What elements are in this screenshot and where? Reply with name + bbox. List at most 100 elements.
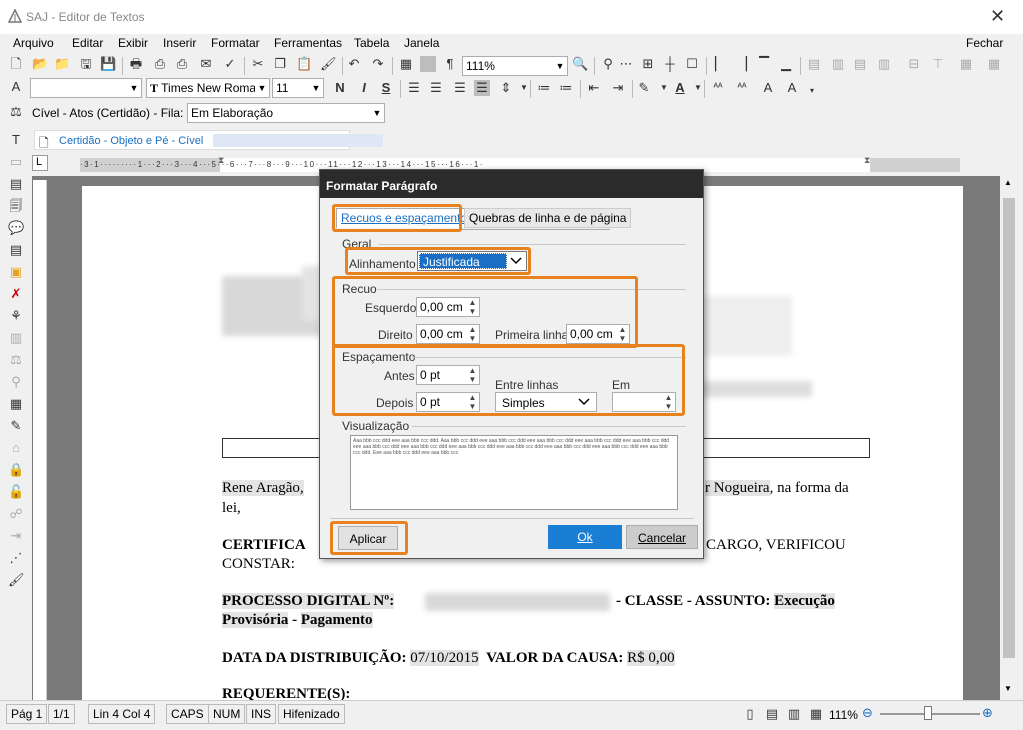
cut-icon[interactable]: ✂ xyxy=(250,56,266,72)
style-select[interactable]: ▼ xyxy=(30,78,142,98)
close-window-button[interactable]: ✕ xyxy=(990,6,1005,27)
tag-icon[interactable]: ⌂ xyxy=(8,440,24,456)
open-folder-icon[interactable]: 📁 xyxy=(54,56,70,72)
queue-select[interactable]: Em Elaboração ▼ xyxy=(187,103,385,123)
insert-rows-icon[interactable]: ▤ xyxy=(806,56,822,72)
merge-icon[interactable]: ⊟ xyxy=(906,56,922,72)
align-center-icon[interactable]: ☰ xyxy=(428,80,444,96)
menu-editar[interactable]: Editar xyxy=(72,36,103,50)
ok-button[interactable]: Ok xyxy=(548,525,622,549)
right-indent-marker-icon[interactable]: ⧗ xyxy=(864,155,870,166)
tool-icon-1[interactable]: ▭ xyxy=(8,154,24,170)
align-justify-icon[interactable]: ☰ xyxy=(474,80,490,96)
cancelar-button[interactable]: Cancelar xyxy=(626,525,698,549)
redo-icon[interactable]: ↷ xyxy=(370,56,386,72)
frame-icon[interactable] xyxy=(420,56,436,72)
comment-icon[interactable]: 💬 xyxy=(8,220,24,236)
menu-fechar[interactable]: Fechar xyxy=(966,36,1003,50)
more-icon[interactable]: ▾ xyxy=(804,83,820,99)
insert-cols-icon[interactable]: ▥ xyxy=(830,56,846,72)
menu-ferramentas[interactable]: Ferramentas xyxy=(274,36,342,50)
zoom-icon[interactable]: 🔍 xyxy=(572,56,588,72)
increase-indent-icon[interactable]: ⇥ xyxy=(610,80,626,96)
view-page-icon[interactable]: ▯ xyxy=(742,706,758,722)
tab-quebras-linha[interactable]: Quebras de linha e de página xyxy=(464,208,632,228)
scroll-up-icon[interactable]: ▲ xyxy=(1004,178,1012,187)
tool-icon-3[interactable]: 🗐 xyxy=(8,198,24,214)
export-icon[interactable]: ⇥ xyxy=(8,528,24,544)
highlight-icon[interactable]: ✎ xyxy=(636,80,652,96)
grow-font-icon[interactable]: A xyxy=(760,80,776,96)
vertical-scrollbar[interactable]: ▲ ▼ xyxy=(1000,176,1018,700)
document-tab[interactable]: 🗋 Certidão - Objeto e Pé - Cível xyxy=(34,130,383,150)
format-painter-icon[interactable]: 🖌 xyxy=(320,56,337,72)
bullet-list-icon[interactable]: ≔ xyxy=(558,80,574,96)
tool-icon-2[interactable]: ▤ xyxy=(8,176,24,192)
tool-icon-9[interactable]: ▥ xyxy=(8,330,24,346)
spellcheck-icon[interactable]: ✓ xyxy=(222,56,238,72)
view-normal-icon[interactable]: ▤ xyxy=(764,706,780,722)
view-two-page-icon[interactable]: ▥ xyxy=(786,706,802,722)
bold-button[interactable]: N xyxy=(332,80,348,96)
styles-icon[interactable]: A xyxy=(8,79,24,95)
chevron-down-icon[interactable]: ▼ xyxy=(656,80,672,96)
menu-exibir[interactable]: Exibir xyxy=(118,36,148,50)
border-top-icon[interactable]: ▔ xyxy=(756,56,772,72)
copy-icon[interactable]: ❐ xyxy=(272,56,288,72)
stamp-icon[interactable]: ⚖ xyxy=(8,352,24,368)
zoom-slider-thumb[interactable] xyxy=(924,706,932,720)
border-bottom-icon[interactable]: ▁ xyxy=(778,56,794,72)
search-doc-icon[interactable]: ⚲ xyxy=(8,374,24,390)
view-web-icon[interactable]: ▦ xyxy=(808,706,824,722)
border-right-icon[interactable]: ▕ xyxy=(734,56,750,72)
open-icon[interactable]: 📂 xyxy=(32,56,48,72)
align-left-icon[interactable]: ☰ xyxy=(406,80,422,96)
tool-icon-17[interactable]: ☍ xyxy=(8,506,24,522)
decrease-indent-icon[interactable]: ⇤ xyxy=(586,80,602,96)
italic-button[interactable]: I xyxy=(356,80,372,96)
table-icon[interactable]: ▦ xyxy=(398,56,414,72)
font-size-select[interactable]: 11 ▼ xyxy=(272,78,324,98)
paste-icon[interactable]: 📋 xyxy=(296,56,312,72)
calendar-icon[interactable]: ▦ xyxy=(8,396,24,412)
table-props-icon[interactable]: ▦ xyxy=(958,56,974,72)
lowercase-icon[interactable]: ᴬᴬ xyxy=(734,80,750,96)
lock-icon[interactable]: 🔒 xyxy=(8,462,24,478)
unlock-icon[interactable]: 🔓 xyxy=(8,484,24,500)
paint-icon[interactable]: 🖌 xyxy=(8,572,25,588)
edit-icon[interactable]: ✎ xyxy=(8,418,24,434)
mail-icon[interactable]: ✉ xyxy=(198,56,214,72)
menu-tabela[interactable]: Tabela xyxy=(354,36,389,50)
pilcrow-icon[interactable]: ¶ xyxy=(442,56,458,72)
box-icon[interactable]: ☐ xyxy=(684,56,700,72)
split-icon[interactable]: ⊤ xyxy=(930,56,946,72)
save-icon[interactable]: 💾 xyxy=(100,56,116,72)
print-icon[interactable]: 🖶 xyxy=(128,56,144,72)
field-icon[interactable]: ⋯ xyxy=(618,56,634,72)
undo-icon[interactable]: ↶ xyxy=(346,56,362,72)
scroll-down-icon[interactable]: ▼ xyxy=(1004,684,1012,693)
menu-arquivo[interactable]: Arquivo xyxy=(13,36,54,50)
indent-marker-icon[interactable]: ⧗ xyxy=(218,155,224,166)
font-color-icon[interactable]: A xyxy=(672,80,688,96)
font-select[interactable]: T Times New Roman ▼ xyxy=(146,78,270,98)
zoom-out-icon[interactable]: ⊖ xyxy=(862,705,873,721)
award-icon[interactable]: ⚘ xyxy=(8,308,24,324)
line-spacing-icon[interactable]: ⇕ xyxy=(498,80,514,96)
menu-inserir[interactable]: Inserir xyxy=(163,36,196,50)
list-icon[interactable]: ▤ xyxy=(8,242,24,258)
align-right-icon[interactable]: ☰ xyxy=(452,80,468,96)
zoom-in-icon[interactable]: ⊕ xyxy=(982,705,993,721)
new-document-icon[interactable]: 🗋 xyxy=(8,56,24,72)
vertical-ruler[interactable] xyxy=(33,180,47,700)
delete-doc-icon[interactable]: ✗ xyxy=(8,286,24,302)
grid-icon[interactable]: ⊞ xyxy=(640,56,656,72)
delete-cols-icon[interactable]: ▥ xyxy=(876,56,892,72)
border-left-icon[interactable]: ▏ xyxy=(712,56,728,72)
save-as-icon[interactable]: 🖫 xyxy=(78,56,94,72)
table-format-icon[interactable]: ▦ xyxy=(986,56,1002,72)
form-icon[interactable]: ▣ xyxy=(8,264,24,280)
scroll-thumb[interactable] xyxy=(1003,198,1015,658)
numbered-list-icon[interactable]: ≔ xyxy=(536,80,552,96)
cross-icon[interactable]: ┼ xyxy=(662,56,678,72)
